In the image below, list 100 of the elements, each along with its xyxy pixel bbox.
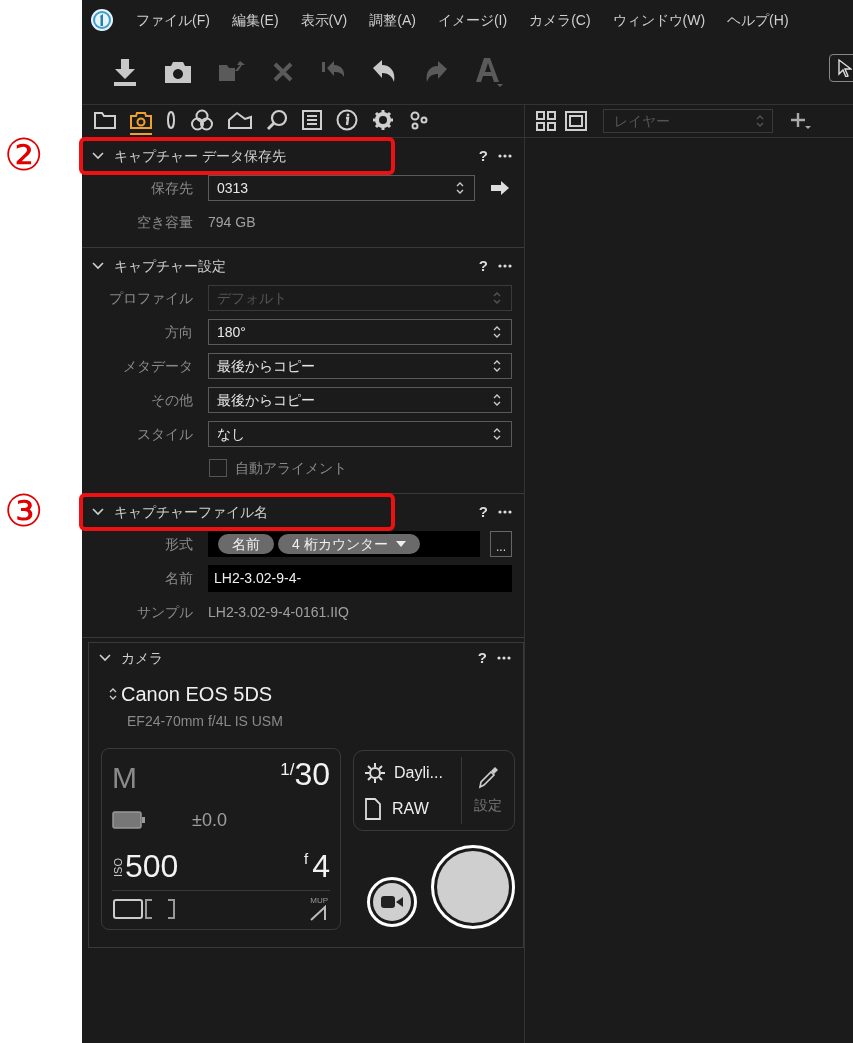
section-title[interactable]: カメラ [121,647,163,669]
field-label: メタデータ [122,356,193,376]
folder-arrow-icon [218,61,246,83]
field-label: 方向 [164,322,193,342]
file-format[interactable]: RAW [392,796,429,821]
single-view-icon [565,110,587,132]
chevron-down-icon[interactable] [92,152,104,160]
menu-item[interactable]: ウィンドウ(W) [612,9,706,31]
up-down-icon [109,687,117,701]
help-link[interactable]: ? [477,646,487,670]
menu-item[interactable]: 表示(V) [300,9,348,31]
more-icon[interactable] [498,154,512,158]
arrow-right-icon [490,181,510,195]
dropdown[interactable]: 最後からコピー [208,353,512,379]
close-icon [272,61,294,83]
chevron-down-icon[interactable] [92,262,104,270]
histogram-icon [228,111,252,129]
checkbox[interactable] [209,459,227,477]
help-link[interactable]: ? [478,500,488,524]
mup-label: MUP [310,895,328,905]
dropdown[interactable]: なし [208,421,512,447]
more-icon[interactable] [497,656,511,660]
field-label: その他 [150,390,193,410]
field-label: 空き容量 [136,212,193,232]
camera-icon [164,61,192,83]
help-link[interactable]: ? [478,254,488,278]
lighting-preset[interactable]: Dayli... [394,760,443,785]
text-tool-icon [474,56,504,88]
format-field[interactable]: 名前 4 桁カウンター [208,531,480,557]
info-icon [336,109,358,131]
checkbox-label[interactable]: 自動アライメント [235,457,347,479]
up-down-icon [456,181,464,195]
up-down-icon [493,427,501,441]
up-down-icon [493,393,501,407]
dropdown[interactable]: 180° [208,319,512,345]
download-icon [112,58,138,86]
menu-item[interactable]: ヘルプ(H) [727,9,789,31]
exposure-mode[interactable]: M [112,755,137,800]
search-icon [266,109,288,131]
section-title[interactable]: キャプチャー データ保存先 [114,145,286,167]
dropdown[interactable]: 最後からコピー [208,387,512,413]
single-view-button[interactable] [565,110,587,132]
up-down-icon [493,325,501,339]
menu-item[interactable]: 調整(A) [369,9,416,31]
frame-brackets-icon [144,896,176,920]
field-label: サンプル [136,602,193,622]
iso-value[interactable]: ISO 500 [112,848,179,884]
toolbar-button[interactable] [162,59,194,85]
menu-item[interactable]: 編集(E) [231,9,279,31]
redo-icon [424,60,448,84]
video-camera-icon [381,895,403,909]
exposure-compensation[interactable]: ±0.0 [192,806,227,834]
battery-icon [112,811,146,829]
chevron-down-icon[interactable] [92,508,104,516]
gears-icon [408,109,430,131]
field-label: 形式 [164,534,193,554]
up-down-icon [493,291,501,305]
more-icon[interactable] [498,264,512,268]
name-input[interactable]: LH2-3.02-9-4- [208,564,512,592]
caret-icon [395,541,406,547]
video-record-button[interactable] [367,877,417,927]
grid-view-button[interactable] [535,110,557,132]
grid-icon [535,110,557,132]
mirror-lockup-icon [310,904,328,921]
file-icon [364,797,382,820]
callout-number: ② [4,131,43,179]
lens-name: EF24-70mm f/4L IS USM [126,712,284,731]
more-icon[interactable] [498,510,512,514]
field-value: LH2-3.02-9-4-0161.IIQ [208,602,349,622]
up-down-icon [756,114,764,128]
menu-item[interactable]: イメージ(I) [437,9,508,31]
field-label: 保存先 [150,178,193,198]
section-title[interactable]: キャプチャーファイル名 [114,501,268,523]
field-value: 794 GB [208,212,256,232]
plus-icon [791,112,811,130]
settings-label[interactable]: 設定 [474,795,502,816]
format-token[interactable]: 4 桁カウンター [278,534,420,554]
color-circles-icon [190,109,214,131]
field-label: 名前 [164,568,193,588]
lens-icon [166,110,176,130]
format-token[interactable]: 名前 [218,534,274,554]
more-button[interactable]: ... [490,531,512,557]
chevron-down-icon[interactable] [99,654,111,662]
callout-number: ③ [4,487,43,535]
help-link[interactable]: ? [478,144,488,168]
folder-icon [94,111,116,129]
list-icon [302,110,322,130]
add-layer-button[interactable] [791,112,811,130]
up-down-icon [493,359,501,373]
camera-icon [130,111,152,129]
field-label: プロファイル [108,288,193,308]
menu-item[interactable]: カメラ(C) [529,9,591,31]
single-frame-icon [112,896,144,920]
app-logo[interactable] [90,8,114,32]
menu-item[interactable]: ファイル(F) [136,9,210,31]
pointer-tool-button[interactable] [829,54,853,82]
dropdown[interactable]: 0313 [208,175,475,201]
sun-icon [364,761,386,784]
section-title[interactable]: キャプチャー設定 [114,255,226,277]
camera-model[interactable]: Canon EOS 5DS [121,679,273,709]
